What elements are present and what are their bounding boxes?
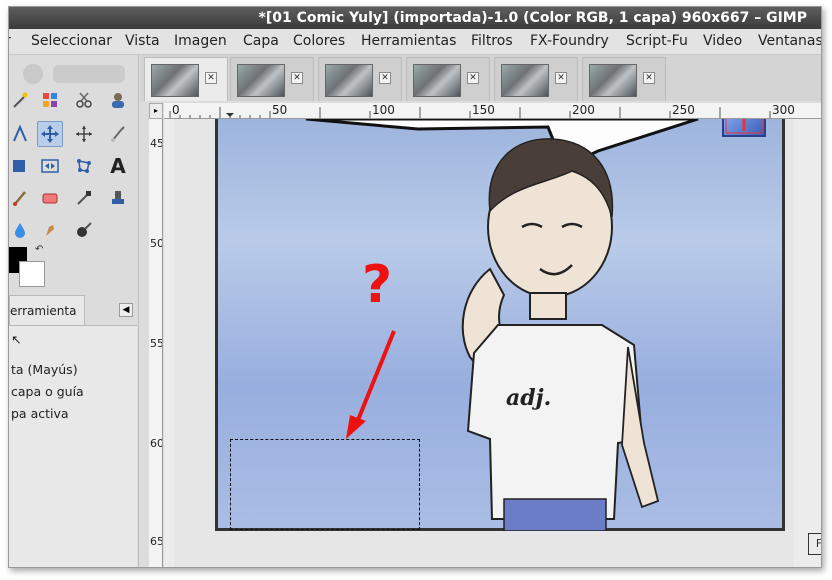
question-mark-annotation: ? <box>362 255 393 315</box>
close-tab-icon[interactable]: ✕ <box>555 72 567 84</box>
tool-options-tab-label: erramienta <box>10 304 77 318</box>
ruler-label: 250 <box>672 103 695 117</box>
ruler-label: 550 <box>150 337 162 350</box>
ruler-label: 500 <box>150 237 162 250</box>
menu-item-video[interactable]: Video <box>703 33 742 49</box>
menu-item-vista[interactable]: Vista <box>125 33 160 49</box>
paintbrush-icon[interactable] <box>9 187 31 209</box>
smudge-icon[interactable] <box>39 219 61 241</box>
shirt-text: adj. <box>506 385 552 411</box>
image-tab-5[interactable]: ✕ <box>494 57 578 101</box>
image-tab-6[interactable]: ✕ <box>582 57 666 101</box>
toggle-option-label[interactable]: ta (Mayús) <box>11 362 78 377</box>
image-tab-2[interactable]: ✕ <box>230 57 314 101</box>
scissors-icon[interactable] <box>73 89 95 111</box>
eraser-icon[interactable] <box>39 187 61 209</box>
menu-item-seleccionar[interactable]: Seleccionar <box>31 33 112 49</box>
tab-menu-icon[interactable]: ◀ <box>119 303 133 317</box>
panel-letter: F <box>815 537 822 550</box>
panel-corner-box: F <box>808 533 822 555</box>
horizontal-ruler[interactable]: 0 50 100 150 200 250 300 <box>164 103 821 119</box>
vertical-ruler[interactable]: 450 500 550 600 650 <box>149 119 163 567</box>
menu-item-imagen[interactable]: Imagen <box>174 33 227 49</box>
tool-options-tab[interactable]: erramienta <box>9 295 85 325</box>
close-tab-icon[interactable]: ✕ <box>291 72 303 84</box>
menu-item-script-fu[interactable]: Script-Fu <box>626 33 688 49</box>
ruler-label: 600 <box>150 437 162 450</box>
close-tab-icon[interactable]: ✕ <box>379 72 391 84</box>
dodge-burn-icon[interactable] <box>73 219 95 241</box>
image-tab-thumbnail <box>237 64 285 97</box>
flip-icon[interactable] <box>39 155 61 177</box>
image-tab-thumbnail <box>413 64 461 97</box>
pick-layer-option[interactable]: capa o guía <box>11 384 84 399</box>
rectangle-selection[interactable] <box>230 439 420 530</box>
move-tool-icon[interactable] <box>37 121 63 147</box>
image-tab-4[interactable]: ✕ <box>406 57 490 101</box>
paths-icon[interactable] <box>9 123 31 145</box>
menu-item-filtros[interactable]: Filtros <box>471 33 513 49</box>
menu-item-ventanas[interactable]: Ventanas <box>758 33 821 49</box>
tool-options-panel: ↖ ta (Mayús) capa o guía pa activa <box>9 325 137 567</box>
image-tab-thumbnail <box>589 64 637 97</box>
title-bar: *[01 Comic Yuly] (importada)-1.0 (Color … <box>9 7 821 29</box>
background-color-swatch[interactable] <box>19 261 45 287</box>
fuzzy-select-icon[interactable] <box>9 89 31 111</box>
rotate-icon[interactable] <box>9 155 31 177</box>
ruler-corner-button[interactable]: ▸ <box>149 103 163 119</box>
move-options-icon: ↖ <box>11 332 22 347</box>
ruler-label: 200 <box>572 103 595 117</box>
active-layer-option[interactable]: pa activa <box>11 406 69 421</box>
menu-item-colores[interactable]: Colores <box>293 33 345 49</box>
menu-item-capa[interactable]: Capa <box>243 33 279 49</box>
text-tool-icon[interactable]: A <box>107 154 129 178</box>
swap-colors-icon[interactable]: ↶ <box>35 244 43 255</box>
blur-drop-icon[interactable] <box>9 219 31 241</box>
color-picker-icon[interactable] <box>73 187 95 209</box>
ruler-label: 650 <box>150 535 162 548</box>
gimp-window: *[01 Comic Yuly] (importada)-1.0 (Color … <box>8 6 822 568</box>
ruler-label: 450 <box>150 137 162 150</box>
image-canvas[interactable]: F adj. ? <box>164 119 822 567</box>
logo-badge-icon <box>722 119 766 137</box>
crop-icon[interactable] <box>107 123 129 145</box>
wilber-drop-area[interactable] <box>19 61 129 87</box>
toolbox: A ↶ erramienta ◀ ↖ ta (Mayús) capa o guí… <box>9 55 139 567</box>
image-tab-thumbnail <box>325 64 373 97</box>
menu-item-fx-foundry[interactable]: FX-Foundry <box>530 33 609 49</box>
image-tab-thumbnail <box>151 64 199 97</box>
close-tab-icon[interactable]: ✕ <box>467 72 479 84</box>
cage-transform-icon[interactable] <box>73 155 95 177</box>
foreground-select-icon[interactable] <box>107 89 129 111</box>
image-tab-1[interactable]: ✕ <box>144 57 228 101</box>
select-by-color-icon[interactable] <box>39 89 61 111</box>
clone-stamp-icon[interactable] <box>107 187 129 209</box>
image-tabs-bar: ✕ ✕ ✕ ✕ ✕ ✕ <box>140 55 821 101</box>
ruler-label: 0 <box>172 103 180 117</box>
menu-bar: r Seleccionar Vista Imagen Capa Colores … <box>9 29 821 55</box>
align-icon[interactable] <box>73 123 95 145</box>
ruler-label: 50 <box>272 103 288 117</box>
close-tab-icon[interactable]: ✕ <box>643 72 655 84</box>
close-tab-icon[interactable]: ✕ <box>205 72 217 84</box>
ruler-label: 100 <box>372 103 395 117</box>
menu-item-herramientas[interactable]: Herramientas <box>361 33 456 49</box>
window-title: *[01 Comic Yuly] (importada)-1.0 (Color … <box>258 10 807 26</box>
image-tab-thumbnail <box>501 64 549 97</box>
image-tab-3[interactable]: ✕ <box>318 57 402 101</box>
menu-item-partial[interactable]: r <box>9 33 11 49</box>
ruler-label: 150 <box>472 103 495 117</box>
ruler-label: 300 <box>772 103 795 117</box>
